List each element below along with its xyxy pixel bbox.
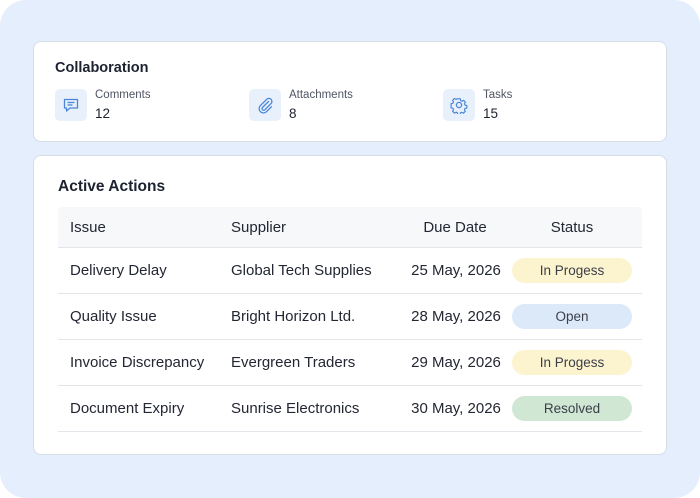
comment-icon xyxy=(55,89,87,121)
status-cell: Resolved xyxy=(512,386,632,431)
supplier-cell: Evergreen Traders xyxy=(231,354,356,371)
table-row[interactable]: Quality Issue Bright Horizon Ltd. 28 May… xyxy=(58,294,642,340)
stat-value: 15 xyxy=(483,106,499,121)
issue-cell: Delivery Delay xyxy=(70,262,167,279)
table-row[interactable]: Invoice Discrepancy Evergreen Traders 29… xyxy=(58,340,642,386)
column-header-issue[interactable]: Issue xyxy=(70,207,106,247)
collaboration-card: Collaboration Comments 12 Attachments 8 xyxy=(33,41,667,142)
status-badge: In Progess xyxy=(512,258,632,283)
issue-cell: Quality Issue xyxy=(70,308,157,325)
issue-cell: Document Expiry xyxy=(70,400,185,417)
status-cell: Open xyxy=(512,294,632,339)
status-cell: In Progess xyxy=(512,340,632,385)
stat-value: 12 xyxy=(95,106,111,121)
active-actions-card: Active Actions Issue Supplier Due Date S… xyxy=(33,155,667,455)
stat-label: Tasks xyxy=(483,89,513,101)
supplier-cell: Bright Horizon Ltd. xyxy=(231,308,356,325)
actions-table: Issue Supplier Due Date Status Delivery … xyxy=(58,207,642,432)
status-badge: Resolved xyxy=(512,396,632,421)
status-badge: Open xyxy=(512,304,632,329)
status-cell: In Progess xyxy=(512,248,632,293)
due-date-cell: 30 May, 2026 xyxy=(411,400,501,417)
due-date-cell: 25 May, 2026 xyxy=(411,262,501,279)
gear-icon xyxy=(443,89,475,121)
supplier-cell: Sunrise Electronics xyxy=(231,400,360,417)
supplier-cell: Global Tech Supplies xyxy=(231,262,372,279)
dashboard-background: Collaboration Comments 12 Attachments 8 xyxy=(0,0,700,498)
table-header: Issue Supplier Due Date Status xyxy=(58,207,642,248)
paperclip-icon xyxy=(249,89,281,121)
due-date-cell: 29 May, 2026 xyxy=(411,354,501,371)
column-header-status[interactable]: Status xyxy=(512,207,632,247)
issue-cell: Invoice Discrepancy xyxy=(70,354,205,371)
status-badge: In Progess xyxy=(512,350,632,375)
column-header-supplier[interactable]: Supplier xyxy=(231,207,286,247)
stat-label: Attachments xyxy=(289,89,353,101)
table-row[interactable]: Delivery Delay Global Tech Supplies 25 M… xyxy=(58,248,642,294)
stat-label: Comments xyxy=(95,89,151,101)
collaboration-title: Collaboration xyxy=(55,60,149,76)
stat-value: 8 xyxy=(289,106,297,121)
column-header-due-date[interactable]: Due Date xyxy=(400,207,510,247)
table-row[interactable]: Document Expiry Sunrise Electronics 30 M… xyxy=(58,386,642,432)
due-date-cell: 28 May, 2026 xyxy=(411,308,501,325)
active-actions-title: Active Actions xyxy=(58,178,166,195)
